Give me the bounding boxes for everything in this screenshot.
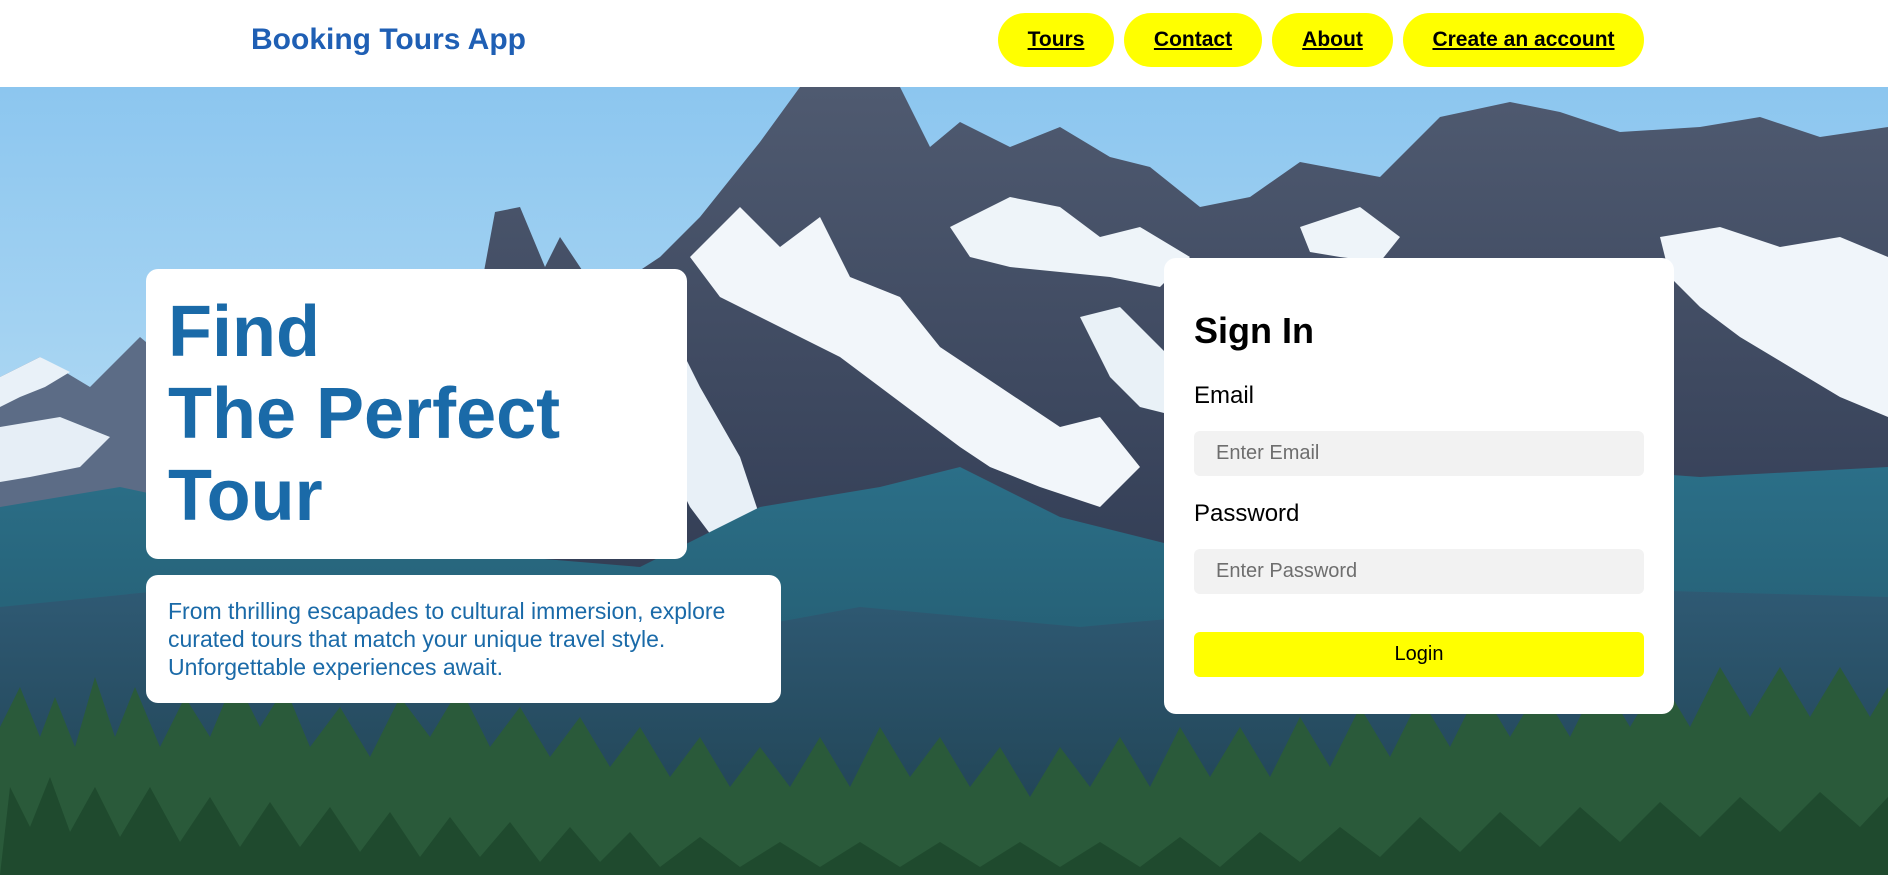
password-label: Password <box>1194 500 1300 527</box>
headline-line-2: The Perfect <box>168 374 561 454</box>
email-input[interactable] <box>1194 431 1644 476</box>
nav-about-button[interactable]: About <box>1272 13 1393 67</box>
signin-title: Sign In <box>1194 310 1314 351</box>
headline-line-3: Tour <box>168 456 323 536</box>
main-nav: Tours Contact About Create an account <box>998 13 1644 67</box>
password-input[interactable] <box>1194 549 1644 594</box>
description-card: From thrilling escapades to cultural imm… <box>146 575 781 703</box>
brand-logo-text[interactable]: Booking Tours App <box>251 22 526 58</box>
login-button[interactable]: Login <box>1194 632 1644 677</box>
hero-headline: Find The Perfect Tour <box>168 291 665 537</box>
headline-card: Find The Perfect Tour <box>146 269 687 559</box>
email-label: Email <box>1194 382 1255 409</box>
signin-card: Sign In Email Password Login <box>1164 258 1674 714</box>
page: Booking Tours App Tours Contact About Cr… <box>0 0 1888 875</box>
nav-tours-button[interactable]: Tours <box>998 13 1114 67</box>
hero-description: From thrilling escapades to cultural imm… <box>168 598 726 680</box>
nav-create-account-button[interactable]: Create an account <box>1403 13 1644 67</box>
nav-contact-button[interactable]: Contact <box>1124 13 1262 67</box>
headline-line-1: Find <box>168 292 320 372</box>
top-header: Booking Tours App Tours Contact About Cr… <box>0 0 1888 87</box>
